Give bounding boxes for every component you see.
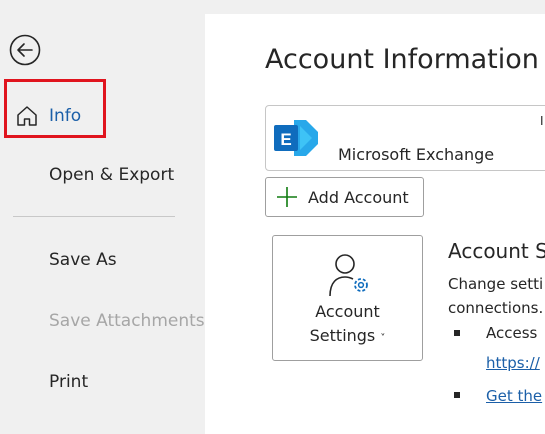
account-detail: I	[540, 114, 544, 128]
bullet-text: Access	[486, 324, 538, 342]
back-arrow-icon	[9, 34, 41, 66]
svg-text:E: E	[280, 130, 291, 149]
bullet-icon	[454, 330, 460, 336]
sidebar-item-label: Info	[49, 106, 82, 126]
sidebar-divider	[13, 216, 175, 217]
add-account-button[interactable]: Add Account	[265, 177, 424, 217]
account-selector[interactable]: E Microsoft Exchange I	[265, 105, 545, 171]
exchange-icon: E	[274, 120, 318, 156]
access-link[interactable]: https://	[486, 354, 540, 372]
main-panel: Account Information E Microsoft Exchange…	[205, 14, 545, 434]
account-name: Microsoft Exchange	[338, 145, 495, 164]
description-line-2: connections.	[448, 299, 544, 317]
home-icon	[17, 106, 37, 126]
sidebar-item-save-as[interactable]: Save As	[49, 250, 117, 270]
settings-label-text: Settings	[309, 326, 376, 345]
add-account-label: Add Account	[308, 188, 409, 207]
bullet-icon	[454, 392, 460, 398]
sidebar-item-print[interactable]: Print	[49, 372, 88, 392]
description-line-1: Change setti	[448, 275, 544, 293]
plus-icon	[277, 187, 297, 207]
sidebar-item-save-attachments: Save Attachments	[49, 311, 205, 331]
sidebar-item-info[interactable]: Info	[4, 79, 106, 138]
account-settings-icon	[329, 254, 368, 297]
get-app-link[interactable]: Get the	[486, 387, 542, 405]
settings-label-line2: Settings ˅	[273, 326, 422, 345]
account-settings-button[interactable]: Account Settings ˅	[272, 235, 423, 361]
back-button[interactable]	[8, 33, 42, 67]
settings-label-line1: Account	[315, 302, 380, 321]
sidebar-item-open-export[interactable]: Open & Export	[49, 165, 174, 185]
backstage-sidebar: Info Open & Export Save As Save Attachme…	[0, 0, 205, 434]
section-title: Account S	[448, 239, 545, 263]
page-title: Account Information	[265, 44, 539, 75]
chevron-down-icon: ˅	[380, 333, 386, 344]
section-description: Change setti connections.	[448, 272, 543, 320]
